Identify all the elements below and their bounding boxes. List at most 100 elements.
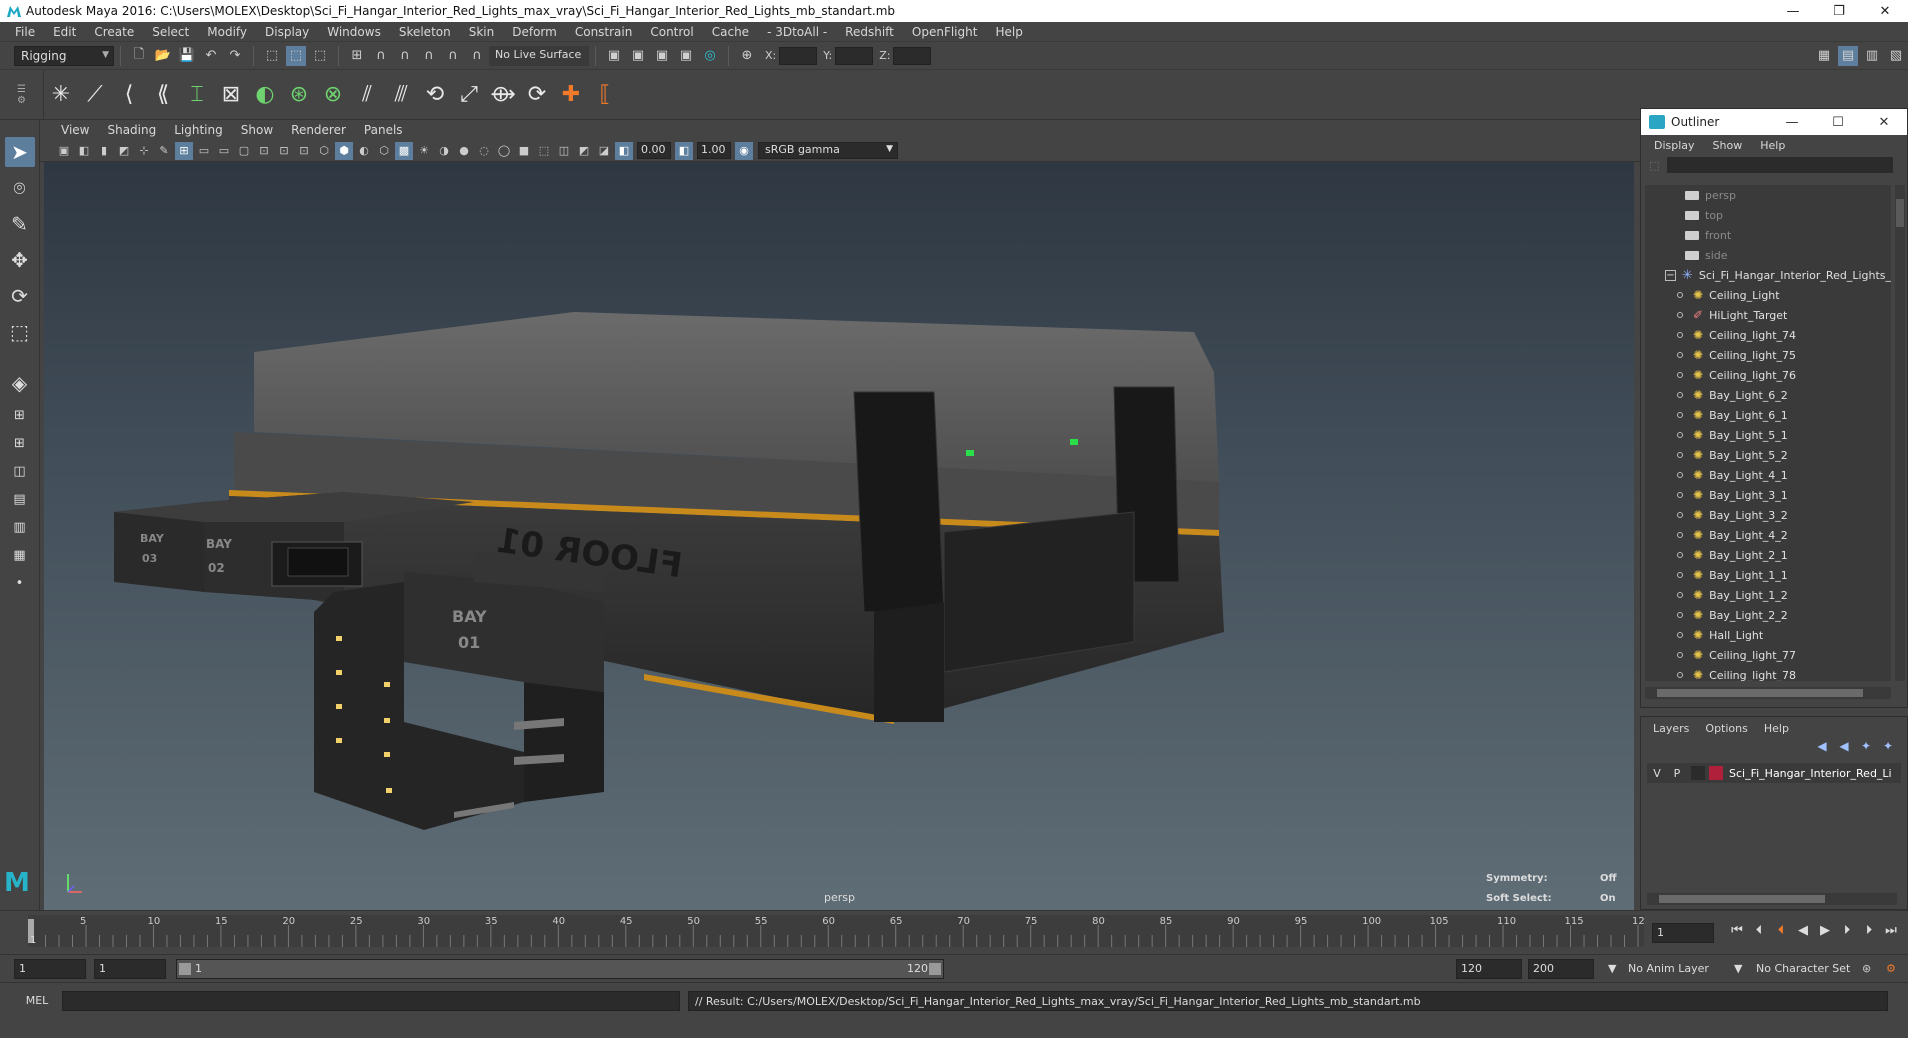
menu-help[interactable]: Help bbox=[986, 25, 1031, 39]
xray-active-icon[interactable]: ◪ bbox=[595, 142, 613, 160]
outliner-item[interactable]: ✺ Bay_Light_2_1 bbox=[1645, 545, 1891, 565]
xray-joints-icon[interactable]: ◩ bbox=[575, 142, 593, 160]
chevron-down-icon[interactable]: ▼ bbox=[1734, 962, 1742, 975]
more-layouts-icon[interactable]: • bbox=[5, 571, 35, 595]
step-forward-icon[interactable]: ⏵ bbox=[1858, 923, 1880, 938]
magnet-icon[interactable]: ∩ bbox=[467, 46, 487, 66]
shelf-gear-icon[interactable]: ⚙ bbox=[17, 95, 26, 106]
filter-icon[interactable]: ⬚ bbox=[1649, 159, 1659, 172]
menu-deform[interactable]: Deform bbox=[503, 25, 566, 39]
2d-pan-zoom-icon[interactable]: ⊹ bbox=[135, 142, 153, 160]
outliner-item-persp[interactable]: persp bbox=[1645, 185, 1891, 205]
ipr-render-icon[interactable]: ▣ bbox=[628, 46, 648, 66]
lasso-tool-icon[interactable]: ⌾ bbox=[5, 173, 35, 203]
select-tool-icon[interactable]: ➤ bbox=[4, 137, 35, 167]
range-end-handle[interactable] bbox=[929, 963, 941, 975]
attribute-editor-icon[interactable]: ▤ bbox=[1838, 45, 1858, 66]
snap-grid-icon[interactable]: ⊞ bbox=[347, 46, 367, 66]
outliner-item-side[interactable]: side bbox=[1645, 245, 1891, 265]
layer-horizontal-scrollbar[interactable] bbox=[1647, 893, 1897, 905]
persp-outliner-layout-icon[interactable]: ▤ bbox=[5, 487, 35, 511]
outliner-item[interactable]: ✺ Bay_Light_6_2 bbox=[1645, 385, 1891, 405]
ambient-occlusion-icon[interactable]: ● bbox=[455, 142, 473, 160]
playback-end-field[interactable]: 120 bbox=[1456, 959, 1522, 979]
outliner-item-top[interactable]: top bbox=[1645, 205, 1891, 225]
wireframe-icon[interactable]: ⬡ bbox=[315, 142, 333, 160]
select-object-icon[interactable]: ⬚ bbox=[286, 45, 306, 66]
move-layer-up-icon[interactable]: ◀ bbox=[1811, 739, 1833, 759]
move-layer-down-icon[interactable]: ◀ bbox=[1833, 739, 1855, 759]
ik-spline-icon[interactable]: ⟨ bbox=[114, 78, 144, 112]
outliner-menu-display[interactable]: Display bbox=[1645, 139, 1704, 152]
four-view-layout-icon[interactable]: ⊞ bbox=[5, 431, 35, 455]
layer-display-type[interactable] bbox=[1691, 766, 1705, 780]
shelf-menu-icon[interactable]: ☰ bbox=[17, 84, 26, 95]
outliner-item[interactable]: ✺ Bay_Light_5_2 bbox=[1645, 445, 1891, 465]
character-set-select[interactable]: No Character Set bbox=[1756, 962, 1850, 975]
animation-start-field[interactable]: 1 bbox=[14, 959, 86, 979]
paint-select-tool-icon[interactable]: ✎ bbox=[5, 209, 35, 239]
resolution-gate-icon[interactable]: ▭ bbox=[215, 142, 233, 160]
menu-skin[interactable]: Skin bbox=[460, 25, 504, 39]
locator-icon[interactable]: ⫽ bbox=[352, 78, 382, 112]
depth-of-field-icon[interactable]: ■ bbox=[515, 142, 533, 160]
parent-constraint-icon[interactable]: ✚ bbox=[556, 78, 586, 112]
move-tool-icon[interactable]: ✥ bbox=[5, 245, 35, 275]
scale-tool-icon[interactable]: ⬚ bbox=[5, 317, 35, 347]
panel-menu-shading[interactable]: Shading bbox=[98, 123, 165, 137]
step-back-key-icon[interactable]: ⏴ bbox=[1770, 923, 1792, 938]
step-forward-key-icon[interactable]: ⏵ bbox=[1836, 923, 1858, 938]
x-field[interactable] bbox=[779, 46, 818, 65]
viewport-persp[interactable]: FLOOR 01 BAY 01 BAY 02 BAY 03 persp Symm… bbox=[44, 162, 1634, 910]
outliner-search-input[interactable] bbox=[1667, 157, 1894, 173]
live-surface-field[interactable]: No Live Surface bbox=[489, 45, 589, 66]
outliner-vertical-scrollbar[interactable] bbox=[1895, 185, 1905, 681]
play-forwards-icon[interactable]: ▶ bbox=[1814, 923, 1836, 938]
range-slider-bar[interactable]: 1 120 bbox=[176, 959, 944, 979]
menu-windows[interactable]: Windows bbox=[318, 25, 390, 39]
restore-button[interactable]: ❐ bbox=[1816, 0, 1862, 22]
outliner-item[interactable]: ✺ Hall_Light bbox=[1645, 625, 1891, 645]
new-layer-selected-icon[interactable]: ✦ bbox=[1877, 739, 1899, 759]
hypershade-layout-icon[interactable]: ▦ bbox=[5, 543, 35, 567]
outliner-close-button[interactable]: ✕ bbox=[1861, 115, 1907, 130]
outliner-item[interactable]: ✺ Ceiling_light_75 bbox=[1645, 345, 1891, 365]
persp-graph-layout-icon[interactable]: ▥ bbox=[5, 515, 35, 539]
channel-box-icon[interactable]: ▧ bbox=[1886, 46, 1906, 66]
go-to-start-icon[interactable]: ⏮ bbox=[1726, 923, 1748, 938]
camera-attributes-icon[interactable]: ◧ bbox=[75, 142, 93, 160]
menu-display[interactable]: Display bbox=[256, 25, 318, 39]
layer-color-swatch[interactable] bbox=[1709, 766, 1723, 780]
set-driven-key-icon[interactable]: ⟦ bbox=[590, 78, 620, 112]
outliner-item[interactable]: ✺ Ceiling_light_78 bbox=[1645, 665, 1891, 681]
snap-view-icon[interactable]: ∩ bbox=[419, 46, 439, 66]
outliner-item[interactable]: ✐ HiLight_Target bbox=[1645, 305, 1891, 325]
outliner-item[interactable]: ✺ Bay_Light_3_2 bbox=[1645, 505, 1891, 525]
menu-redshift[interactable]: Redshift bbox=[836, 25, 903, 39]
anim-layer-select[interactable]: No Anim Layer bbox=[1628, 962, 1709, 975]
panel-menu-show[interactable]: Show bbox=[232, 123, 282, 137]
outliner-item[interactable]: ✺ Bay_Light_4_1 bbox=[1645, 465, 1891, 485]
command-input[interactable] bbox=[62, 991, 680, 1011]
snap-point-icon[interactable]: ∩ bbox=[395, 46, 415, 66]
undo-icon[interactable]: ↶ bbox=[201, 46, 221, 66]
outliner-item[interactable]: ✺ Ceiling_light_74 bbox=[1645, 325, 1891, 345]
outliner-item[interactable]: ✺ Bay_Light_2_2 bbox=[1645, 605, 1891, 625]
insert-joint-icon[interactable]: ⟪ bbox=[148, 78, 178, 112]
menu-file[interactable]: File bbox=[6, 25, 44, 39]
new-scene-icon[interactable]: 🗋 bbox=[129, 46, 149, 66]
outliner-item[interactable]: ✺ Ceiling_Light bbox=[1645, 285, 1891, 305]
tool-settings-icon[interactable]: ▥ bbox=[1862, 46, 1882, 66]
wrap-icon[interactable]: ⊗ bbox=[318, 78, 348, 112]
hypershade-icon[interactable]: ▣ bbox=[676, 46, 696, 66]
side-by-side-layout-icon[interactable]: ◫ bbox=[5, 459, 35, 483]
open-scene-icon[interactable]: 📂 bbox=[153, 46, 173, 66]
scrollbar-thumb[interactable] bbox=[1896, 199, 1904, 227]
joint-tool-icon[interactable]: ✳ bbox=[46, 78, 76, 112]
point-constraint-icon[interactable]: ⫻ bbox=[386, 78, 416, 112]
minimize-button[interactable]: — bbox=[1770, 0, 1816, 22]
range-start-handle[interactable] bbox=[179, 963, 191, 975]
menu-3dtoall[interactable]: - 3DtoAll - bbox=[758, 25, 836, 39]
panel-menu-view[interactable]: View bbox=[52, 123, 98, 137]
outliner-item-front[interactable]: front bbox=[1645, 225, 1891, 245]
